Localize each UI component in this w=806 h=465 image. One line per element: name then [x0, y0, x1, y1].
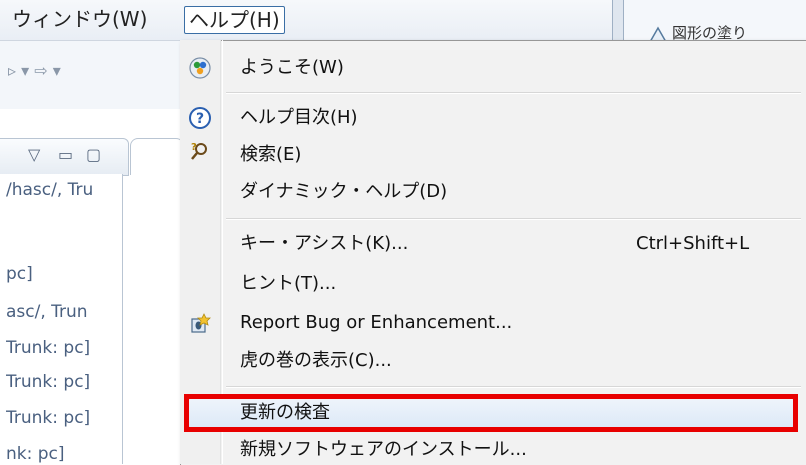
minimize-icon[interactable]: ▭: [58, 145, 73, 164]
menu-separator: [226, 218, 801, 220]
highlight-box: [184, 394, 798, 432]
welcome-icon: [189, 57, 211, 79]
maximize-icon[interactable]: ▢: [86, 145, 101, 164]
search-help-icon: ?: [191, 142, 207, 160]
menu-item-tips[interactable]: ヒント(T)...: [240, 272, 336, 296]
menu-window[interactable]: ウィンドウ(W): [8, 6, 151, 32]
list-item[interactable]: Trunk: pc]: [6, 372, 120, 392]
menu-separator: [226, 386, 801, 388]
toolbar: ▹ ▾ ⇨ ▾: [0, 41, 182, 109]
menu-bar: ウィンドウ(W) ヘルプ(H): [0, 0, 612, 41]
menu-item-key-assist[interactable]: キー・アシスト(K)...: [240, 232, 408, 256]
menu-item-report-bug[interactable]: Report Bug or Enhancement...: [240, 311, 512, 335]
list-item[interactable]: /hasc/, Tru: [6, 180, 120, 200]
menu-separator: [226, 92, 801, 94]
menu-help[interactable]: ヘルプ(H): [184, 6, 285, 34]
svg-text:?: ?: [196, 111, 204, 127]
view-body: /hasc/, Tru pc] asc/, Trun Trunk: pc] Tr…: [0, 174, 123, 464]
menu-item-welcome[interactable]: ようこそ(W): [240, 56, 344, 80]
menu-item-dynamic-help[interactable]: ダイナミック・ヘルプ(D): [240, 180, 447, 204]
bug-report-icon: [191, 313, 211, 333]
editor-divider[interactable]: [612, 0, 624, 44]
help-contents-icon: ?: [189, 107, 211, 129]
key-assist-shortcut: Ctrl+Shift+L: [636, 233, 750, 254]
menu-item-search[interactable]: 検索(E): [240, 143, 301, 167]
list-item[interactable]: Trunk: pc]: [6, 338, 120, 358]
menu-item-cheat-sheets[interactable]: 虎の巻の表示(C)...: [240, 349, 392, 373]
view-tab-header: ▽ ▭ ▢: [0, 138, 129, 176]
list-item[interactable]: pc]: [6, 264, 120, 284]
list-item[interactable]: nk: pc]: [6, 444, 120, 464]
list-item[interactable]: asc/, Trun: [6, 302, 120, 322]
menu-item-install-software[interactable]: 新規ソフトウェアのインストール...: [240, 438, 527, 462]
view-menu-icon[interactable]: ▽: [28, 145, 40, 164]
editor-tab-stub[interactable]: [130, 138, 184, 175]
toolbar-nav-icons[interactable]: ▹ ▾ ⇨ ▾: [8, 61, 61, 80]
list-item[interactable]: Trunk: pc]: [6, 408, 120, 428]
menu-item-help-contents[interactable]: ヘルプ目次(H): [240, 106, 358, 130]
